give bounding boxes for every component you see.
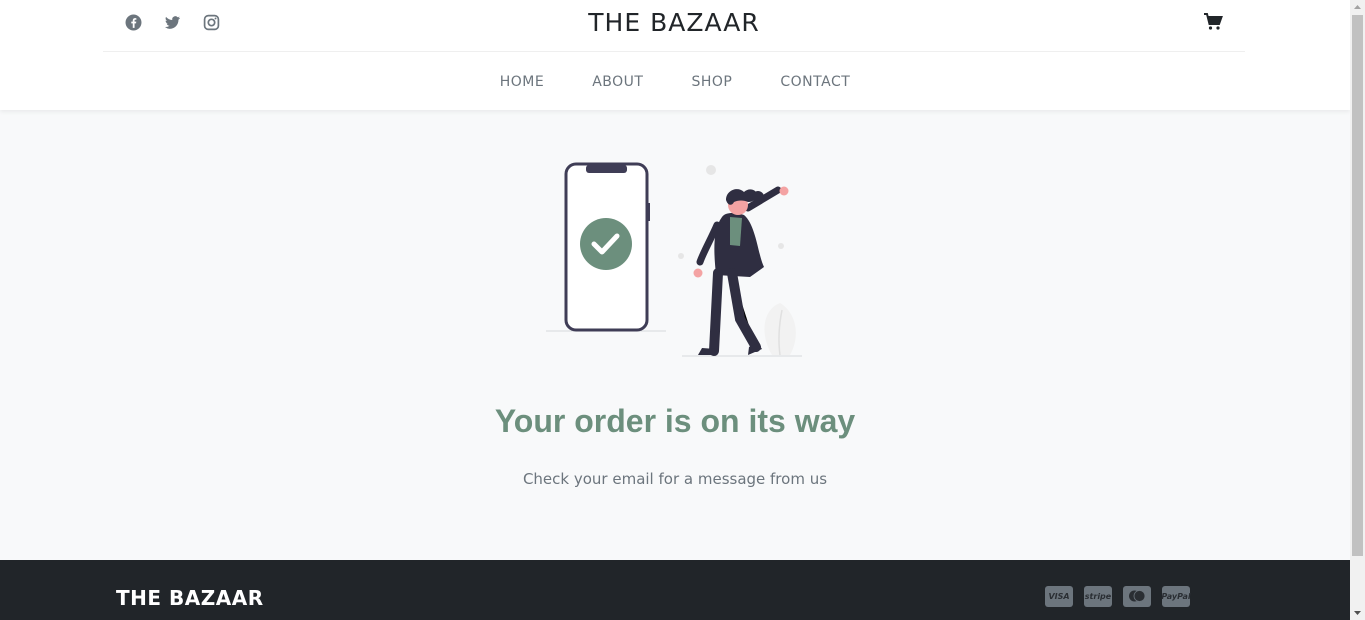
main-nav: HOME ABOUT SHOP CONTACT: [0, 53, 1350, 110]
scroll-down-arrow-icon[interactable]: [1350, 605, 1365, 620]
mastercard-icon: [1123, 586, 1151, 607]
cart-icon[interactable]: [1203, 12, 1223, 32]
page-title: Your order is on its way: [494, 403, 856, 439]
nav-contact[interactable]: CONTACT: [756, 74, 874, 90]
paypal-icon: PayPal: [1161, 586, 1191, 607]
page-subtitle: Check your email for a message from us: [522, 470, 828, 488]
site-footer: THE BAZAAR VISA stripe PayPal: [0, 560, 1350, 620]
scrollbar-thumb[interactable]: [1352, 15, 1363, 556]
footer-brand[interactable]: THE BAZAAR: [116, 586, 264, 610]
nav-about[interactable]: ABOUT: [568, 74, 667, 90]
header-top-row: THE BAZAAR: [103, 0, 1245, 52]
nav-home[interactable]: HOME: [476, 74, 568, 90]
order-confirmation: Your order is on its way Check your emai…: [0, 110, 1350, 560]
page-scrollbar[interactable]: [1350, 0, 1365, 620]
nav-shop[interactable]: SHOP: [667, 74, 756, 90]
order-success-illustration: [546, 162, 802, 357]
visa-icon: VISA: [1045, 586, 1073, 607]
payment-methods: VISA stripe PayPal: [1045, 586, 1191, 607]
site-brand[interactable]: THE BAZAAR: [103, 8, 1245, 37]
stripe-icon: stripe: [1084, 586, 1112, 607]
scroll-up-arrow-icon[interactable]: [1350, 0, 1365, 15]
site-header: THE BAZAAR HOME ABOUT SHOP CONTACT: [0, 0, 1350, 110]
